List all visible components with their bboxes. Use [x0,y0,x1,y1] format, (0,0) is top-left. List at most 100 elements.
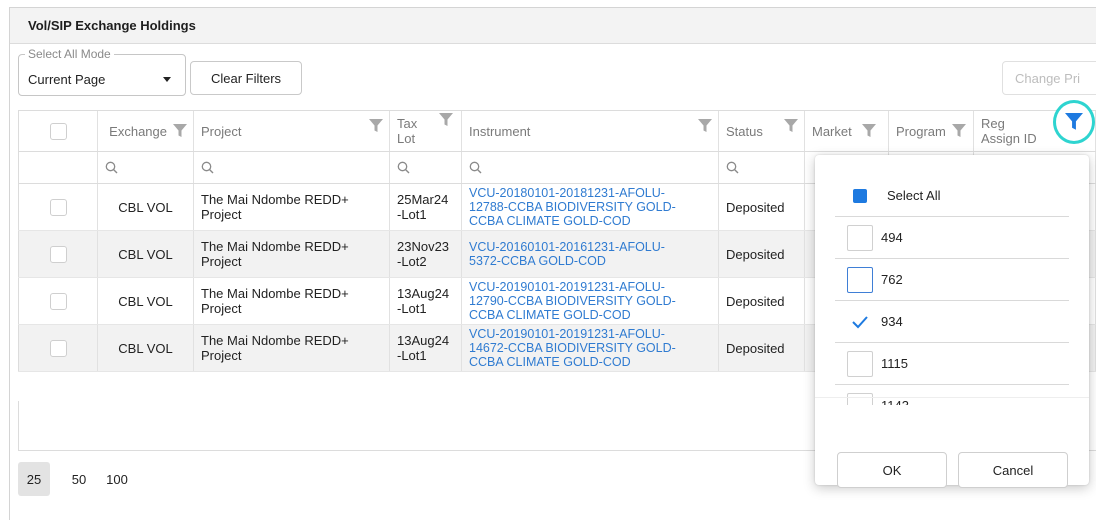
header-market[interactable]: Market [805,111,889,151]
select-all-mode-label: Select All Mode [25,47,114,61]
filter-option-934[interactable]: 934 [835,301,1069,343]
cell-status-text: Deposited [726,199,785,215]
popup-divider [815,397,1089,398]
option-checkbox[interactable] [847,350,873,377]
filter-status-search[interactable] [719,152,805,183]
filter-icon[interactable] [369,119,383,133]
cell-tax-lot: 13Aug24 -Lot1 [390,325,462,371]
instrument-link[interactable]: VCU-20190101-20191231-AFOLU- 14672-CCBA B… [469,327,676,369]
header-project[interactable]: Project [194,111,390,151]
filter-tax-lot-search[interactable] [390,152,462,183]
filter-option-label: 934 [881,314,903,329]
cell-instrument-link[interactable]: VCU-20160101-20161231-AFOLU- 5372-CCBA GO… [462,231,719,277]
header-select-all-cell [18,111,98,151]
select-all-indeterminate-checkbox[interactable] [853,188,867,203]
header-exchange-label: Exchange [109,123,167,139]
select-all-mode-dropdown[interactable]: Select All Mode Current Page [18,47,186,96]
grid-header-row: Exchange Project Tax Lot Instrument Stat… [18,110,1096,152]
cell-tax-lot-text: 25Mar24 -Lot1 [397,192,448,222]
instrument-line1: VCU-20180101-20181231-AFOLU- [469,186,665,200]
filter-option-1143[interactable]: 1143 [835,385,1069,405]
search-icon [397,161,410,174]
cell-exchange-text: CBL VOL [118,199,173,215]
instrument-line1: VCU-20160101-20161231-AFOLU- [469,240,665,254]
search-icon [469,161,482,174]
cell-project: The Mai Ndombe REDD+ Project [194,325,390,371]
cell-instrument-link[interactable]: VCU-20190101-20191231-AFOLU- 14672-CCBA B… [462,325,719,371]
header-exchange[interactable]: Exchange [98,111,194,151]
row-checkbox[interactable] [49,245,67,263]
caret-down-icon [163,77,171,82]
cell-tax-lot-line2: -Lot1 [397,301,427,316]
cell-status-text: Deposited [726,246,785,262]
page-size-25[interactable]: 25 [18,462,50,496]
filter-option-label: 494 [881,230,903,245]
filter-exchange-search[interactable] [98,152,194,183]
clear-filters-button[interactable]: Clear Filters [190,61,302,95]
filter-option-1115[interactable]: 1115 [835,343,1069,385]
cell-instrument-link[interactable]: VCU-20190101-20191231-AFOLU- 12790-CCBA B… [462,278,719,324]
filter-project-search[interactable] [194,152,390,183]
cell-exchange: CBL VOL [98,278,194,324]
option-checkbox-checked[interactable] [847,309,873,335]
instrument-line3: CCBA CLIMATE GOLD-COD [469,308,631,322]
search-icon [201,161,214,174]
filter-instrument-search[interactable] [462,152,719,183]
cell-project: The Mai Ndombe REDD+ Project [194,184,390,230]
instrument-line2: 14672-CCBA BIODIVERSITY GOLD- [469,341,676,355]
filter-option-list[interactable]: Select All 494 762 934 1115 1143 [835,175,1069,405]
cell-exchange-text: CBL VOL [118,293,173,309]
instrument-line3: CCBA CLIMATE GOLD-COD [469,355,631,369]
ok-button[interactable]: OK [837,452,947,488]
cell-status-text: Deposited [726,293,785,309]
instrument-line2: 12788-CCBA BIODIVERSITY GOLD- [469,200,676,214]
cell-tax-lot-line1: 13Aug24 [397,286,450,301]
cell-project-line2: Project [201,254,242,269]
select-all-mode-value: Current Page [28,72,106,87]
row-select-cell [18,278,98,324]
filter-cell-empty [18,152,98,183]
filter-option-762[interactable]: 762 [835,259,1069,301]
header-status[interactable]: Status [719,111,805,151]
filter-option-label: 1115 [881,356,908,371]
cell-status: Deposited [719,278,805,324]
filter-icon[interactable] [439,113,453,127]
page-size-50[interactable]: 50 [60,462,98,496]
header-instrument[interactable]: Instrument [462,111,719,151]
cell-project-line1: The Mai Ndombe REDD+ [201,239,349,254]
checkmark-icon [852,315,868,328]
instrument-link[interactable]: VCU-20160101-20161231-AFOLU- 5372-CCBA GO… [469,240,665,268]
cell-exchange-text: CBL VOL [118,340,173,356]
row-checkbox[interactable] [49,292,67,310]
select-all-label: Select All [887,188,941,203]
cell-instrument-link[interactable]: VCU-20180101-20181231-AFOLU- 12788-CCBA B… [462,184,719,230]
instrument-link[interactable]: VCU-20180101-20181231-AFOLU- 12788-CCBA B… [469,186,676,228]
cell-tax-lot: 25Mar24 -Lot1 [390,184,462,230]
option-checkbox[interactable] [847,392,873,405]
row-checkbox[interactable] [49,339,67,357]
filter-icon[interactable] [173,124,187,138]
change-price-button[interactable]: Change Pri [1002,61,1096,95]
cell-status: Deposited [719,325,805,371]
select-all-checkbox[interactable] [49,122,67,140]
filter-option-494[interactable]: 494 [835,217,1069,259]
reg-assign-id-filter-button[interactable] [1053,100,1095,144]
filter-icon[interactable] [861,124,876,138]
cell-tax-lot-line2: -Lot1 [397,348,427,363]
select-all-option[interactable]: Select All [835,175,1069,217]
cell-project-line1: The Mai Ndombe REDD+ [201,192,349,207]
filter-icon[interactable] [784,119,798,133]
header-program[interactable]: Program [889,111,974,151]
instrument-link[interactable]: VCU-20190101-20191231-AFOLU- 12790-CCBA B… [469,280,676,322]
cell-project: The Mai Ndombe REDD+ Project [194,278,390,324]
cancel-button[interactable]: Cancel [958,452,1068,488]
page-size-100[interactable]: 100 [98,462,136,496]
row-checkbox[interactable] [49,198,67,216]
cell-project-line2: Project [201,207,242,222]
header-tax-lot[interactable]: Tax Lot [390,111,462,151]
option-checkbox-focused[interactable] [847,266,873,293]
filter-icon[interactable] [698,119,712,133]
cell-project-line1: The Mai Ndombe REDD+ [201,286,349,301]
filter-icon[interactable] [951,124,966,138]
option-checkbox[interactable] [847,224,873,251]
